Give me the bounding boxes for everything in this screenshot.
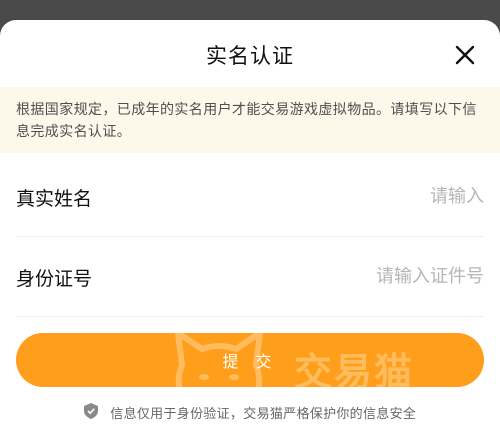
shield-icon	[83, 403, 98, 419]
dialog-header: 实名认证	[0, 20, 500, 86]
name-input[interactable]	[224, 178, 484, 214]
watermark-text: 交易猫	[294, 350, 415, 387]
dialog-title: 实名认证	[206, 44, 294, 68]
notice-banner: 根据国家规定，已成年的实名用户才能交易游戏虚拟物品。请填写以下信息完成实名认证。	[0, 87, 500, 153]
close-icon[interactable]	[454, 44, 476, 66]
real-name-dialog: 实名认证 根据国家规定，已成年的实名用户才能交易游戏虚拟物品。请填写以下信息完成…	[0, 20, 500, 441]
submit-label: 提 交	[222, 352, 278, 371]
privacy-text: 信息仅用于身份验证，交易猫严格保护你的信息安全	[110, 407, 417, 422]
privacy-note: 信息仅用于身份验证，交易猫严格保护你的信息安全	[0, 403, 500, 422]
name-field-row: 真实姓名	[16, 156, 484, 237]
id-number-label: 身份证号	[16, 268, 93, 290]
name-label: 真实姓名	[16, 188, 93, 210]
id-number-input[interactable]	[224, 258, 484, 294]
id-number-field-row: 身份证号	[16, 236, 484, 317]
notice-text: 根据国家规定，已成年的实名用户才能交易游戏虚拟物品。请填写以下信息完成实名认证。	[16, 102, 477, 140]
brand-watermark: 交易猫	[164, 333, 484, 387]
submit-button[interactable]: 交易猫 提 交	[16, 333, 484, 387]
